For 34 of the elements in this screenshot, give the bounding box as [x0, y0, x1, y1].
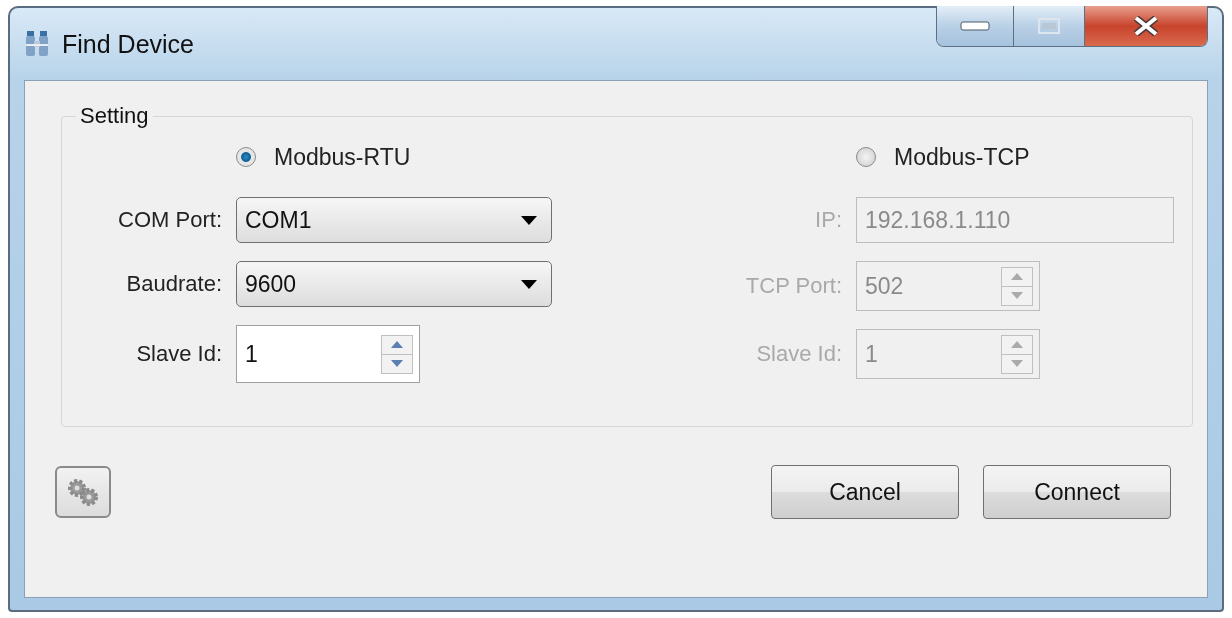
dropdown-caret-icon	[521, 215, 537, 225]
spin-up-icon	[391, 341, 403, 348]
field-label: Slave Id:	[135, 341, 222, 367]
dialog-button[interactable]: Connect	[983, 465, 1171, 519]
radio-button[interactable]	[236, 147, 256, 167]
field-label: TCP Port:	[744, 273, 842, 299]
dropdown[interactable]: COM1	[236, 197, 552, 243]
settings-button[interactable]	[55, 466, 111, 518]
gears-icon	[66, 477, 100, 507]
field-label: COM Port:	[117, 207, 222, 233]
dropdown-caret-icon	[521, 279, 537, 289]
radio-label[interactable]: Modbus-TCP	[894, 143, 1030, 171]
field-label: IP:	[814, 207, 842, 233]
binoculars-icon	[24, 30, 50, 58]
dropdown[interactable]: 9600	[236, 261, 552, 307]
group-title: Setting	[79, 103, 150, 129]
maximize-button[interactable]	[1013, 6, 1084, 46]
spin-up-icon	[1011, 341, 1023, 348]
window-title: Find Device	[62, 29, 195, 59]
spin-down-icon	[1011, 360, 1023, 367]
dialog-button[interactable]: Cancel	[771, 465, 959, 519]
spin-down-icon	[391, 360, 403, 367]
radio-button[interactable]	[856, 147, 876, 167]
minimize-icon	[960, 21, 990, 31]
spinner-field[interactable]: 1	[236, 325, 420, 383]
minimize-button[interactable]	[937, 6, 1013, 46]
spin-down-icon	[1011, 292, 1023, 299]
close-icon	[1133, 16, 1159, 36]
field-label: Baudrate:	[125, 271, 222, 297]
field-label: Slave Id:	[755, 341, 842, 367]
spin-up-icon	[1011, 273, 1023, 280]
radio-label[interactable]: Modbus-RTU	[274, 143, 411, 171]
close-button[interactable]	[1084, 6, 1207, 46]
maximize-icon	[1038, 18, 1060, 34]
